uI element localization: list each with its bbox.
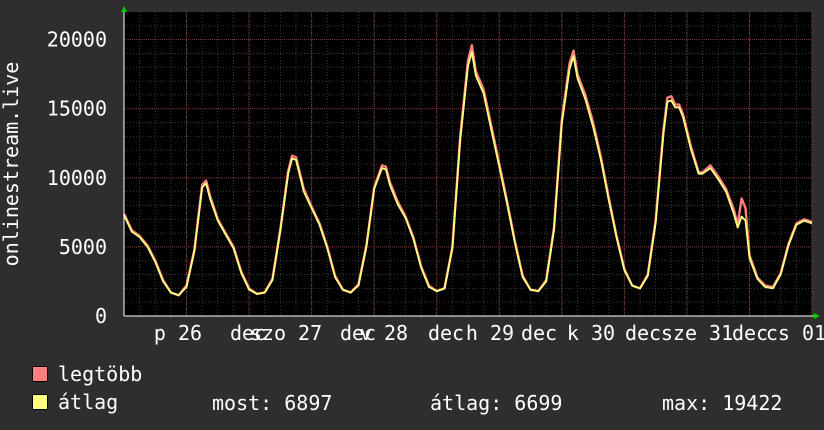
stat-current: most: 6897 bbox=[212, 391, 333, 415]
y-tick-label: 20000 bbox=[47, 28, 107, 52]
y-tick-label: 10000 bbox=[47, 166, 107, 190]
y-tick-labels: 0 5000 10000 15000 20000 bbox=[47, 28, 107, 328]
legend-avg: átlag bbox=[32, 390, 119, 414]
stat-average: átlag: 6699 bbox=[430, 391, 563, 415]
y-tick-label: 15000 bbox=[47, 97, 107, 121]
x-tick-label: szo 27 bbox=[250, 321, 322, 345]
x-tick-label: cs 01 bbox=[766, 321, 824, 345]
x-tick-label: v 28 bbox=[360, 321, 408, 345]
x-tick-label: h 29 bbox=[466, 321, 514, 345]
legend-avg-swatch bbox=[32, 394, 48, 410]
legend-avg-label: átlag bbox=[58, 390, 119, 414]
x-tick-labels: p 26 decszo 27 decv 28 dec h 29 dec k 30 dec sze… bbox=[154, 321, 824, 345]
x-tick-label: dec bbox=[732, 321, 768, 345]
x-tick-label: sze 31 bbox=[661, 321, 733, 345]
x-tick-label: dec bbox=[521, 321, 557, 345]
y-tick-label: 5000 bbox=[59, 235, 107, 259]
y-axis-label: onlinestream.live bbox=[0, 62, 23, 267]
x-tick-label: dec bbox=[428, 321, 464, 345]
y-tick-label: 0 bbox=[95, 304, 107, 328]
x-tick-label: k 30 bbox=[567, 321, 615, 345]
chart: 0 5000 10000 15000 20000 p 26 dec szo 27 dec v 2… bbox=[0, 6, 824, 345]
y-axis-arrow-icon bbox=[121, 6, 127, 12]
x-axis-arrow-icon bbox=[814, 313, 820, 319]
legend-max-label: legtöbb bbox=[58, 362, 143, 386]
legend-max: legtöbb bbox=[32, 362, 143, 386]
x-tick-label: dec bbox=[625, 321, 661, 345]
legend-max-swatch bbox=[32, 366, 48, 382]
stat-max: max: 19422 bbox=[662, 391, 783, 415]
x-tick-label: p 26 bbox=[154, 321, 202, 345]
